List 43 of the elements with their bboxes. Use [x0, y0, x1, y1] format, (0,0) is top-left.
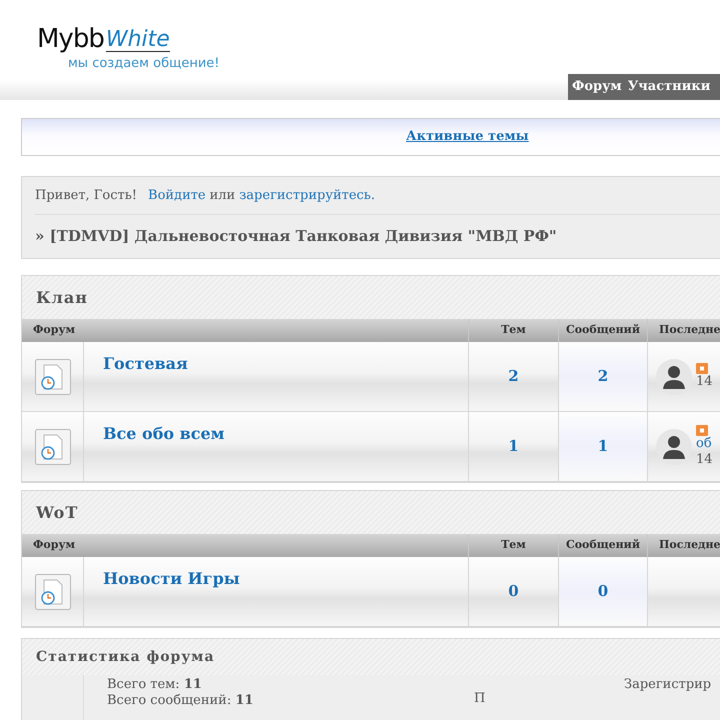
forum-icon [34, 574, 70, 610]
category-title: WoT [36, 502, 78, 524]
forum-icon [34, 428, 70, 464]
stats-title: Статистика форума [36, 648, 215, 666]
logo-tagline: мы создаем общение! [68, 55, 220, 73]
logo-script: White [106, 29, 170, 52]
new-post-icon [696, 425, 708, 436]
or-text: или [210, 186, 236, 205]
forum-icon [34, 358, 70, 394]
register-link[interactable]: зарегистрируйтесь. [239, 186, 376, 206]
last-post-link[interactable]: об [696, 436, 713, 452]
logo-wordmark: Mybb [37, 26, 104, 52]
column-header: Тем [501, 537, 526, 554]
posts-count: 2 [598, 366, 608, 388]
posts-count: 0 [598, 581, 608, 602]
login-link[interactable]: Войдите [148, 186, 206, 206]
column-header: Форум [33, 322, 76, 338]
column-header: Сообщений [566, 537, 640, 554]
nav-link[interactable]: Форум [572, 77, 622, 97]
stats-line: Всего тем: 11 [107, 677, 203, 693]
column-header: Форум [33, 537, 76, 554]
last-post-date: 14 [696, 374, 713, 390]
topics-count: 0 [508, 581, 519, 602]
column-header: Тем [501, 322, 526, 338]
forum-link[interactable]: Все обо всем [103, 424, 225, 443]
category-title: Клан [36, 286, 88, 308]
posts-count: 1 [598, 436, 608, 458]
nav-link[interactable]: Участники [628, 77, 710, 97]
column-header: Последне [659, 322, 720, 338]
column-header: Последне [659, 537, 720, 554]
breadcrumb: » [TDMVD] Дальневосточная Танковая Дивизия "МВД РФ" [35, 226, 557, 248]
stats-line: Всего сообщений: 11 [107, 693, 254, 709]
column-header: Сообщений [566, 322, 640, 338]
forum-link[interactable]: Гостевая [103, 354, 188, 373]
last-post-date: 14 [696, 452, 713, 468]
new-post-icon [696, 363, 708, 374]
stats-text: П [474, 691, 486, 706]
stats-text: Зарегистрир [624, 677, 712, 692]
topics-count: 2 [508, 366, 519, 388]
forum-link[interactable]: Новости Игры [103, 569, 240, 588]
active-topics-link[interactable]: Активные темы [406, 127, 529, 147]
topics-count: 1 [508, 436, 519, 458]
greeting-text: Привет, Гость! [35, 186, 138, 205]
